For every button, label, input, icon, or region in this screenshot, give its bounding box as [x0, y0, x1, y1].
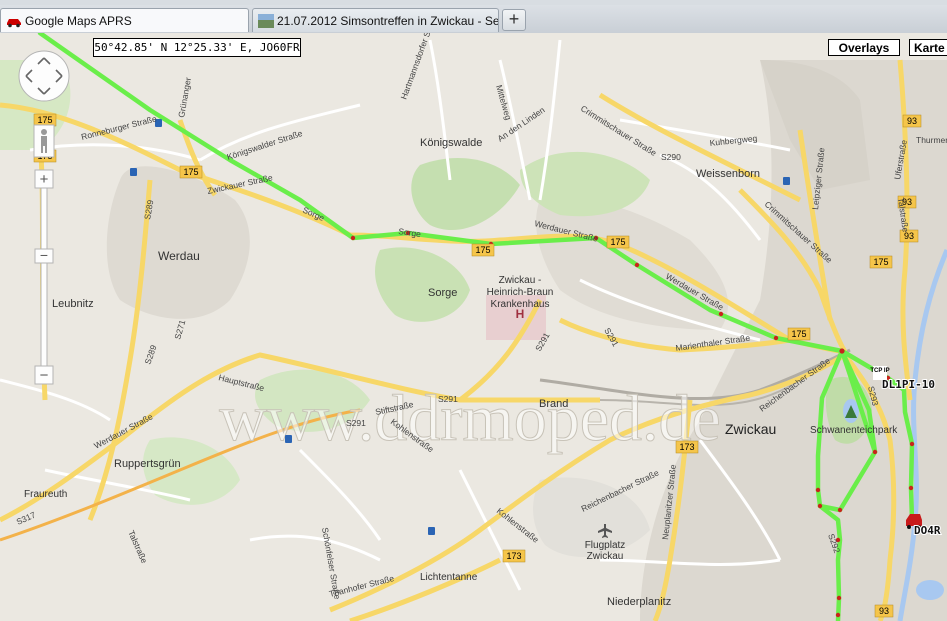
label-ruppertsgruen: Ruppertsgrün: [114, 458, 181, 470]
svg-text:173: 173: [679, 442, 694, 452]
svg-text:−: −: [40, 367, 49, 384]
browser-tab-bar: Google Maps APRS 21.07.2012 Simsontreffe…: [0, 0, 947, 34]
badge-173-b: 173: [502, 549, 526, 563]
new-tab-button[interactable]: +: [502, 9, 526, 31]
coordinate-readout: 50°42.85' N 12°25.33' E, JO60FR: [93, 38, 301, 57]
bus-icon: [428, 527, 435, 535]
station-label-do4r: DO4R: [914, 524, 941, 537]
svg-text:93: 93: [904, 231, 914, 241]
watermark-text: www.ddrmoped.de: [219, 382, 721, 455]
badge-93-a: 93: [902, 114, 922, 128]
label-fraureuth: Fraureuth: [24, 489, 67, 500]
zoom-slider-handle[interactable]: −: [34, 247, 54, 264]
svg-text:−: −: [40, 247, 48, 263]
map-svg[interactable]: www.ddrmoped.de 175 175 175 175 175 175 …: [0, 33, 947, 621]
overlays-button[interactable]: Overlays: [828, 39, 900, 56]
svg-text:175: 175: [610, 237, 625, 247]
svg-text:93: 93: [879, 606, 889, 616]
pegman-icon[interactable]: [33, 124, 55, 158]
tab-google-maps-aprs[interactable]: Google Maps APRS: [0, 8, 249, 32]
bus-icon: [285, 435, 292, 443]
tcpip-label: TCP IP: [870, 368, 889, 374]
label-hospital-1: Zwickau -: [499, 275, 542, 286]
badge-175-d: 175: [606, 235, 630, 249]
svg-text:175: 175: [791, 329, 806, 339]
svg-text:175: 175: [873, 257, 888, 267]
badge-175-a: 175: [33, 113, 57, 127]
street-thurmer: Thurmer: [916, 135, 947, 145]
pan-control[interactable]: [18, 50, 70, 102]
svg-text:93: 93: [907, 116, 917, 126]
street-s291: S291: [438, 394, 458, 404]
label-lichtentanne: Lichtentanne: [420, 572, 478, 583]
label-werdau: Werdau: [158, 249, 200, 263]
hospital-icon: H: [516, 307, 525, 321]
photo-icon: [258, 14, 274, 28]
label-zwickau: Zwickau: [725, 421, 776, 437]
station-label-dl1pi: DL1PI-10: [882, 378, 935, 391]
bus-icon: [130, 168, 137, 176]
badge-173-a: 173: [675, 440, 699, 454]
lake-south: [916, 580, 944, 600]
label-flugplatz-1: Flugplatz: [585, 540, 626, 551]
badge-175-c: 175: [471, 243, 495, 257]
toolbar-strip: [0, 0, 947, 5]
svg-text:+: +: [40, 171, 49, 188]
tab-simsontreffen[interactable]: 21.07.2012 Simsontreffen in Zwickau - Se…: [252, 8, 499, 32]
badge-93-d: 93: [874, 604, 894, 618]
label-niederplanitz: Niederplanitz: [607, 596, 671, 608]
svg-text:175: 175: [183, 167, 198, 177]
label-sorge: Sorge: [428, 287, 457, 299]
car-icon: [7, 19, 21, 28]
label-koenigswalde: Königswalde: [420, 137, 482, 149]
label-leubnitz: Leubnitz: [52, 298, 94, 310]
tab-label: 21.07.2012 Simsontreffen in Zwickau - Se…: [277, 14, 499, 28]
label-weissenborn: Weissenborn: [696, 168, 760, 180]
badge-175-f: 175: [869, 255, 893, 269]
label-brand: Brand: [539, 398, 568, 410]
street-s290: S290: [661, 152, 681, 162]
label-schwanenteichpark: Schwanenteichpark: [810, 425, 898, 436]
badge-175-e: 175: [787, 327, 811, 341]
svg-text:175: 175: [475, 245, 490, 255]
label-hospital-2: Heinrich-Braun: [487, 287, 554, 298]
street-s291d: S291: [346, 418, 366, 428]
map-canvas[interactable]: www.ddrmoped.de 175 175 175 175 175 175 …: [0, 33, 947, 621]
tab-label: Google Maps APRS: [25, 14, 132, 28]
zoom-out-button[interactable]: −: [34, 365, 54, 385]
bus-icon: [783, 177, 790, 185]
svg-text:173: 173: [506, 551, 521, 561]
map-type-button[interactable]: Karte: [909, 39, 947, 56]
label-flugplatz-2: Zwickau: [587, 551, 624, 562]
zoom-in-button[interactable]: +: [34, 169, 54, 189]
badge-175-b: 175: [179, 165, 203, 179]
svg-text:175: 175: [37, 115, 52, 125]
